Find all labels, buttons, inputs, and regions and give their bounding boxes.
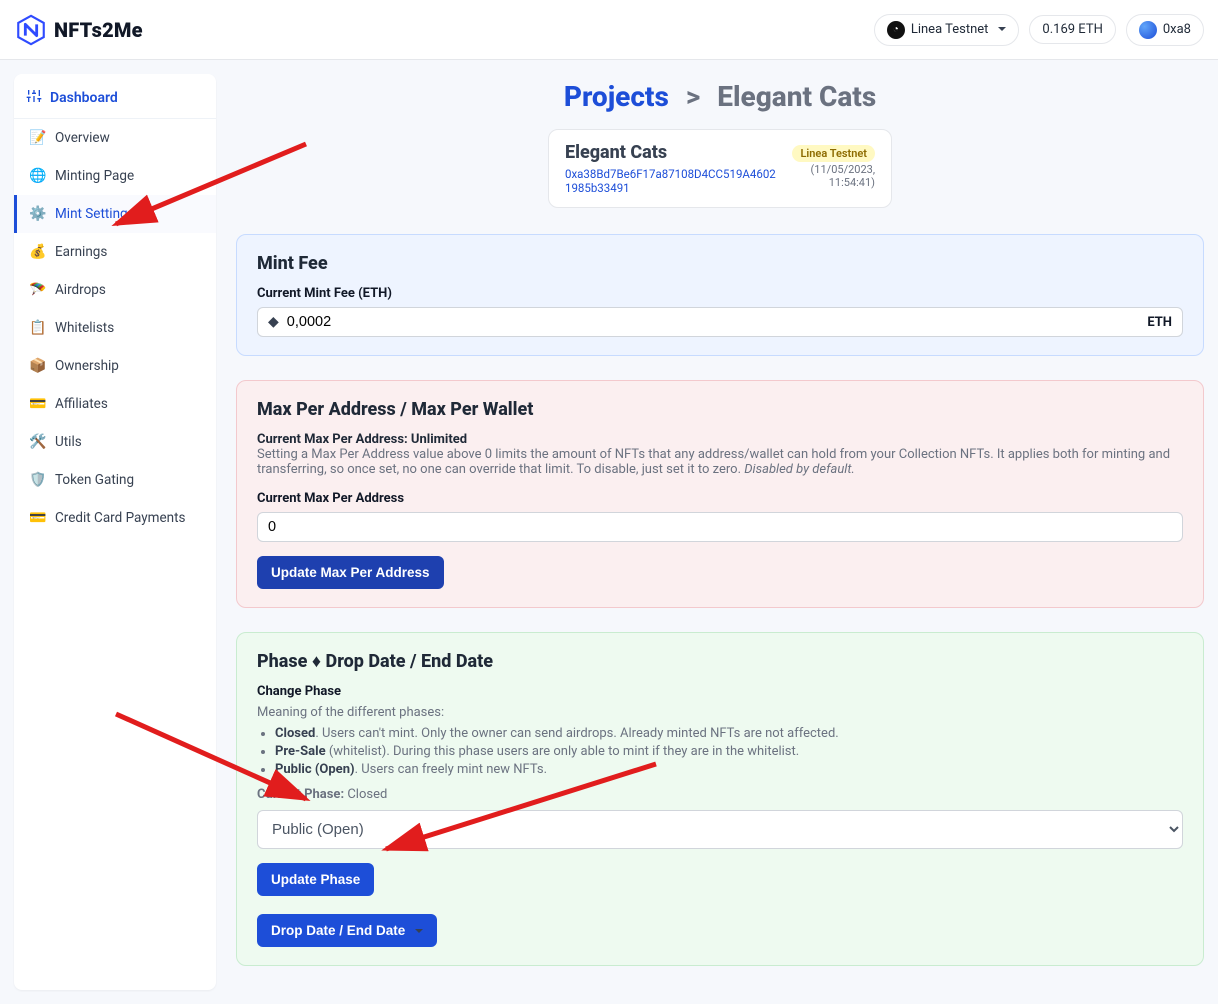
project-created: (11/05/2023, 11:54:41) (787, 163, 875, 189)
topbar-right: ◔ Linea Testnet 0.169 ETH 0xa8 (874, 14, 1204, 46)
max-addr-title: Max Per Address / Max Per Wallet (257, 399, 1183, 420)
phase-meaning-label: Meaning of the different phases: (257, 705, 1183, 720)
mint-fee-panel: Mint Fee Current Mint Fee (ETH) ◆ ETH (236, 234, 1204, 356)
sidebar-item-label: Airdrops (55, 282, 106, 298)
sidebar-item-label: Token Gating (55, 472, 134, 488)
phase-meaning-item: Closed. Users can't mint. Only the owner… (275, 726, 1183, 741)
balance-pill: 0.169 ETH (1029, 15, 1115, 44)
network-icon: ◔ (887, 21, 905, 39)
sidebar-item-utils[interactable]: 🛠️ Utils (14, 423, 216, 461)
sidebar-item-minting-page[interactable]: 🌐 Minting Page (14, 157, 216, 195)
brand-name: NFTs2Me (54, 18, 143, 42)
sidebar-item-icon: 📋 (29, 320, 47, 336)
main: Projects > Elegant Cats Elegant Cats 0xa… (236, 74, 1204, 990)
project-card: Elegant Cats 0xa38Bd7Be6F17a87108D4CC519… (548, 129, 892, 208)
sidebar-item-label: Earnings (55, 244, 107, 260)
sidebar-item-icon: 🪂 (29, 282, 47, 298)
sidebar-item-mint-settings[interactable]: ⚙️ Mint Settings (14, 195, 216, 233)
breadcrumb-current: Elegant Cats (717, 80, 876, 113)
sidebar: Dashboard 📝 Overview 🌐 Minting Page ⚙️ Mint S… (14, 74, 216, 990)
max-addr-current-value: Unlimited (411, 432, 467, 447)
network-badge: Linea Testnet (792, 145, 875, 162)
sidebar-item-label: Credit Card Payments (55, 510, 186, 526)
sidebar-item-icon: 🌐 (29, 168, 47, 184)
topbar: NFTs2Me ◔ Linea Testnet 0.169 ETH 0xa8 (0, 0, 1218, 60)
sidebar-item-icon: 💳 (29, 510, 47, 526)
chevron-down-icon (411, 923, 423, 938)
sidebar-item-icon: 💳 (29, 396, 47, 412)
chevron-down-icon (994, 22, 1006, 37)
sidebar-item-label: Whitelists (55, 320, 114, 336)
max-addr-field-label: Current Max Per Address (257, 491, 1183, 506)
project-name: Elegant Cats (565, 142, 779, 163)
sidebar-item-icon: 🛡️ (29, 472, 47, 488)
sidebar-item-label: Minting Page (55, 168, 134, 184)
sidebar-dashboard[interactable]: Dashboard (14, 78, 216, 119)
sidebar-item-whitelists[interactable]: 📋 Whitelists (14, 309, 216, 347)
sidebar-item-affiliates[interactable]: 💳 Affiliates (14, 385, 216, 423)
sidebar-item-icon: 🛠️ (29, 434, 47, 450)
mint-fee-label: Current Mint Fee (ETH) (257, 286, 1183, 301)
sidebar-item-label: Ownership (55, 358, 119, 374)
sidebar-item-credit-card-payments[interactable]: 💳 Credit Card Payments (14, 499, 216, 537)
sidebar-item-overview[interactable]: 📝 Overview (14, 119, 216, 157)
update-phase-button[interactable]: Update Phase (257, 863, 374, 896)
wallet-pill[interactable]: 0xa8 (1126, 14, 1204, 46)
project-address[interactable]: 0xa38Bd7Be6F17a87108D4CC519A46021985b334… (565, 167, 779, 195)
breadcrumb-root[interactable]: Projects (564, 80, 669, 113)
phase-select[interactable]: Public (Open) (257, 810, 1183, 849)
network-label: Linea Testnet (911, 22, 989, 37)
sidebar-item-label: Utils (55, 434, 82, 450)
sidebar-item-label: Affiliates (55, 396, 108, 412)
sidebar-item-label: Overview (55, 130, 110, 146)
mint-fee-unit: ETH (1147, 315, 1172, 330)
sidebar-item-icon: 📝 (29, 130, 47, 146)
mint-fee-input-wrap: ◆ ETH (257, 307, 1183, 337)
phase-meaning-item: Public (Open). Users can freely mint new… (275, 762, 1183, 777)
mint-fee-input[interactable] (287, 314, 1140, 330)
sidebar-item-icon: 💰 (29, 244, 47, 260)
balance-text: 0.169 ETH (1042, 22, 1102, 37)
change-phase-label: Change Phase (257, 684, 1183, 699)
wallet-short: 0xa8 (1163, 22, 1191, 37)
sidebar-item-icon: 📦 (29, 358, 47, 374)
brand[interactable]: NFTs2Me (14, 13, 143, 47)
sliders-icon (26, 88, 42, 108)
max-addr-input-wrap (257, 512, 1183, 542)
sidebar-item-token-gating[interactable]: 🛡️ Token Gating (14, 461, 216, 499)
phase-meaning-list: Closed. Users can't mint. Only the owner… (275, 726, 1183, 777)
phase-panel: Phase ♦ Drop Date / End Date Change Phas… (236, 632, 1204, 966)
sidebar-item-earnings[interactable]: 💰 Earnings (14, 233, 216, 271)
globe-icon (1139, 21, 1157, 39)
breadcrumb: Projects > Elegant Cats (236, 80, 1204, 113)
mint-fee-title: Mint Fee (257, 253, 1183, 274)
max-per-address-panel: Max Per Address / Max Per Wallet Current… (236, 380, 1204, 608)
update-max-per-address-button[interactable]: Update Max Per Address (257, 556, 444, 589)
max-addr-current-label: Current Max Per Address: (257, 432, 408, 447)
eth-icon: ◆ (268, 314, 279, 330)
phase-meaning-item: Pre-Sale (whitelist). During this phase … (275, 744, 1183, 759)
max-addr-note: Setting a Max Per Address value above 0 … (257, 447, 1183, 477)
phase-title: Phase ♦ Drop Date / End Date (257, 651, 1183, 672)
breadcrumb-sep: > (686, 80, 700, 113)
sidebar-header-label: Dashboard (50, 90, 118, 106)
max-addr-input[interactable] (268, 519, 1172, 535)
sidebar-item-ownership[interactable]: 📦 Ownership (14, 347, 216, 385)
drop-date-button[interactable]: Drop Date / End Date (257, 914, 437, 947)
network-selector[interactable]: ◔ Linea Testnet (874, 14, 1020, 46)
sidebar-item-icon: ⚙️ (29, 206, 47, 222)
sidebar-item-airdrops[interactable]: 🪂 Airdrops (14, 271, 216, 309)
current-phase: Current Phase: Closed (257, 787, 1183, 802)
brand-logo-icon (14, 13, 48, 47)
sidebar-item-label: Mint Settings (55, 206, 135, 222)
